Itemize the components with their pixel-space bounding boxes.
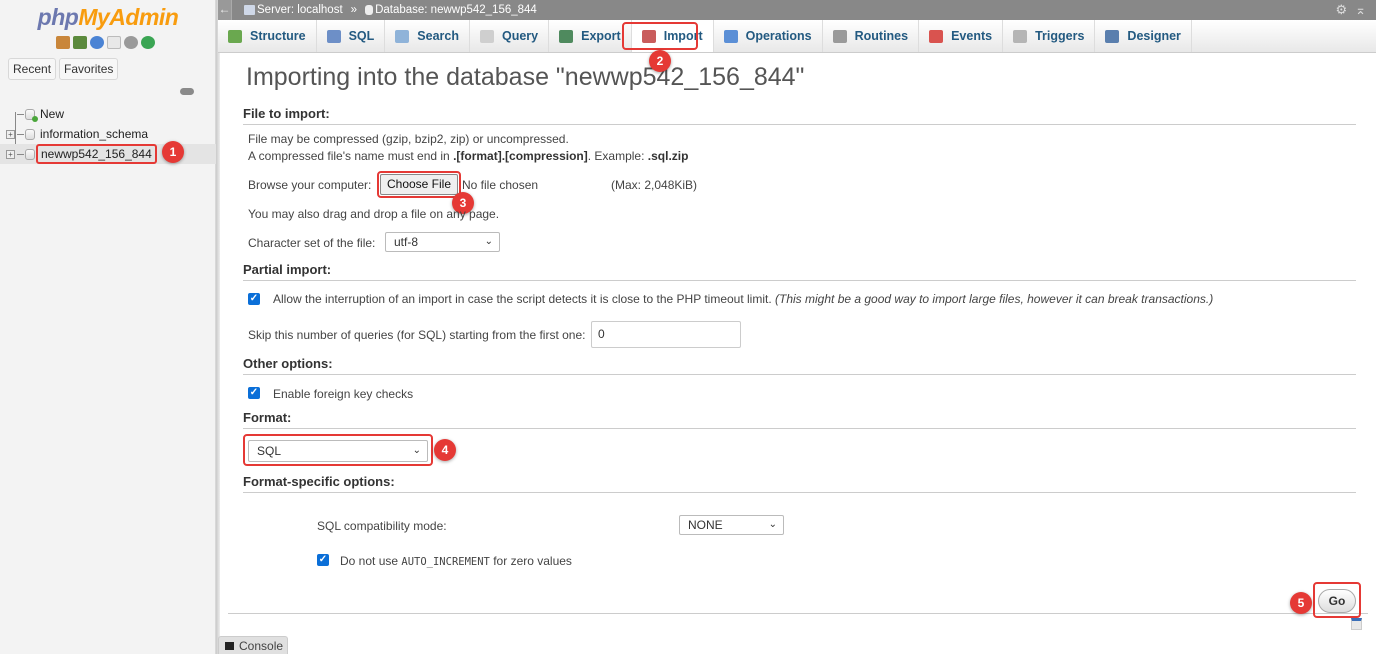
recent-button[interactable]: Recent	[8, 58, 57, 80]
charset-label: Character set of the file:	[248, 236, 376, 250]
tab-sql[interactable]: SQL	[317, 20, 386, 52]
compression-note: File may be compressed (gzip, bzip2, zip…	[248, 132, 569, 146]
expand-icon[interactable]: +	[6, 129, 15, 139]
go-button[interactable]: Go	[1318, 589, 1356, 613]
tab-designer[interactable]: Designer	[1095, 20, 1192, 52]
query-icon	[479, 29, 494, 43]
favorites-button[interactable]: Favorites	[59, 58, 119, 80]
search-icon	[395, 29, 410, 43]
chevron-down-icon: ⌄	[412, 445, 421, 456]
section-heading-file: File to import:	[243, 106, 1356, 125]
breadcrumb-server[interactable]: Server: localhost	[244, 4, 343, 16]
tab-structure[interactable]: Structure	[218, 20, 317, 52]
foreign-key-label: Enable foreign key checks	[273, 387, 414, 401]
tab-export[interactable]: Export	[549, 20, 632, 52]
help-icon[interactable]	[90, 36, 104, 49]
nav-icons	[56, 36, 155, 49]
no-file-chosen: No file chosen	[462, 178, 539, 192]
settings-gear-icon[interactable]: ⚙	[1335, 2, 1347, 18]
wrench-icon	[723, 29, 738, 43]
triggers-icon	[1013, 29, 1028, 43]
clock-icon	[929, 29, 944, 43]
max-upload-size: (Max: 2,048KiB)	[611, 178, 698, 192]
drag-drop-hint: You may also drag and drop a file on any…	[248, 207, 500, 221]
tab-query[interactable]: Query	[470, 20, 550, 52]
settings-icon[interactable]	[124, 36, 138, 49]
skip-queries-input[interactable]: 0	[591, 321, 741, 348]
charset-select[interactable]: utf-8 ⌄	[385, 232, 500, 252]
database-icon	[365, 5, 374, 15]
no-auto-increment-checkbox[interactable]: ✓	[317, 554, 329, 566]
tree-item-label: newwp542_156_844	[36, 144, 157, 164]
section-heading-format: Format:	[243, 410, 1356, 429]
divider	[228, 613, 1368, 614]
section-heading-other: Other options:	[243, 356, 1356, 375]
choose-file-button[interactable]: Choose File	[380, 174, 458, 195]
allow-interrupt-checkbox[interactable]: ✓	[248, 293, 260, 305]
tab-import[interactable]: Import	[631, 20, 714, 52]
database-icon	[25, 148, 35, 160]
breadcrumb-separator: »	[350, 4, 358, 16]
tab-search[interactable]: Search	[385, 20, 470, 52]
compat-mode-select[interactable]: NONE ⌄	[679, 515, 784, 535]
step-badge-4: 4	[434, 439, 456, 461]
section-heading-partial: Partial import:	[243, 262, 1356, 281]
reload-icon[interactable]	[141, 36, 155, 49]
server-icon	[244, 5, 255, 15]
docs-icon[interactable]	[107, 36, 121, 49]
compat-mode-label: SQL compatibility mode:	[317, 519, 447, 533]
scroll-top-icon[interactable]: ⌅	[1355, 2, 1366, 18]
import-page: Importing into the database "newwp542_15…	[228, 53, 1368, 614]
tree-item-new[interactable]: New	[6, 104, 216, 124]
foreign-key-checkbox[interactable]: ✓	[248, 387, 260, 399]
phpmyadmin-logo[interactable]: phpMyAdmin	[0, 4, 216, 31]
step-badge-1: 1	[162, 141, 184, 163]
browse-label: Browse your computer:	[248, 178, 372, 192]
export-icon	[559, 29, 574, 43]
console-toggle[interactable]: Console	[218, 636, 288, 654]
compression-format-note: A compressed file's name must end in .[f…	[248, 149, 689, 163]
phpmyadmin-window: phpMyAdmin Recent Favorites New + inform…	[0, 0, 1376, 654]
step-badge-5: 5	[1290, 592, 1312, 614]
no-auto-increment-label: Do not use AUTO_INCREMENT for zero value…	[340, 554, 572, 568]
format-select[interactable]: SQL ⌄	[248, 440, 428, 462]
navigation-sidebar: phpMyAdmin Recent Favorites New + inform…	[0, 0, 216, 654]
tab-triggers[interactable]: Triggers	[1003, 20, 1096, 52]
database-menu-tabs: Structure SQL Search Query Export Import Opera…	[218, 20, 1376, 53]
structure-icon	[228, 29, 242, 43]
section-heading-format-specific: Format-specific options:	[243, 474, 1356, 493]
step-badge-2: 2	[649, 50, 671, 72]
breadcrumb-database[interactable]: Database: newwp542_156_844	[365, 4, 537, 16]
breadcrumb-bar: ← Server: localhost » Database: newwp542…	[218, 0, 1376, 20]
logout-icon[interactable]	[73, 36, 87, 49]
page-title: Importing into the database "newwp542_15…	[246, 63, 805, 91]
expand-icon[interactable]: +	[6, 149, 15, 159]
home-icon[interactable]	[56, 36, 70, 49]
chevron-down-icon: ⌄	[484, 236, 493, 247]
chevron-down-icon: ⌄	[768, 519, 777, 530]
tab-events[interactable]: Events	[919, 20, 1004, 52]
page-settings-icon[interactable]	[1351, 618, 1362, 630]
import-icon	[641, 29, 656, 43]
designer-icon	[1105, 29, 1120, 43]
tab-operations[interactable]: Operations	[714, 20, 823, 52]
sidebar-resizer[interactable]	[216, 0, 220, 654]
tree-item-label: New	[40, 107, 65, 121]
link-with-main-panel-icon[interactable]	[180, 88, 194, 95]
skip-queries-label: Skip this number of queries (for SQL) st…	[248, 328, 586, 342]
collapse-sidebar-button[interactable]: ←	[218, 0, 232, 20]
sql-icon	[326, 29, 341, 43]
tree-item-label: information_schema	[40, 127, 149, 141]
database-icon	[25, 128, 35, 140]
tree-item-information-schema[interactable]: + information_schema	[6, 124, 216, 144]
console-icon	[225, 641, 234, 650]
routines-icon	[832, 29, 847, 43]
database-tree: New + information_schema + newwp542_156_…	[0, 104, 216, 164]
allow-interrupt-label: Allow the interruption of an import in c…	[273, 292, 1214, 306]
new-database-icon	[25, 108, 38, 122]
tab-routines[interactable]: Routines	[823, 20, 920, 52]
